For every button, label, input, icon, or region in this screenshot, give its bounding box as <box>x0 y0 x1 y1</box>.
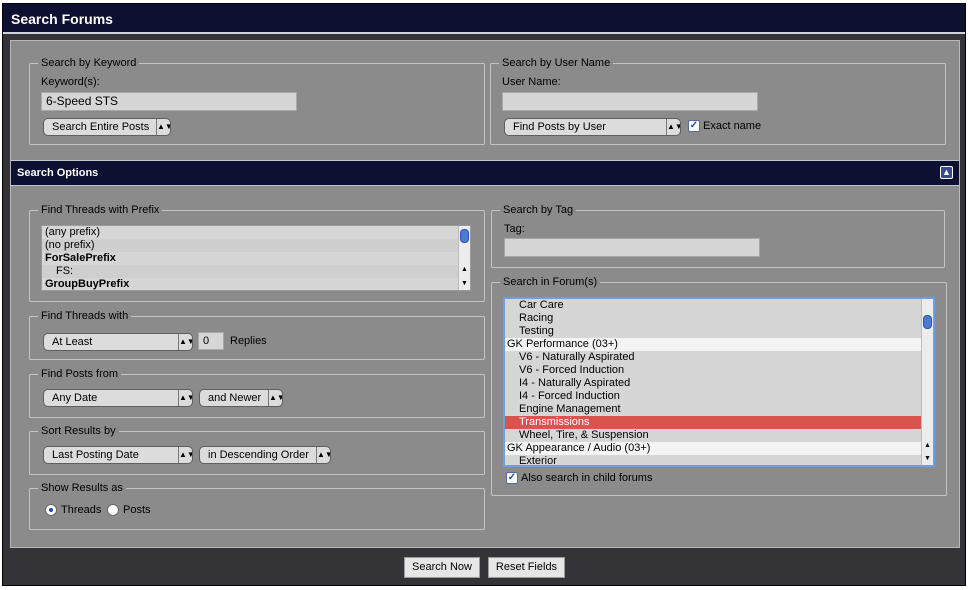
forum-option[interactable]: V6 - Naturally Aspirated <box>505 351 933 364</box>
prefix-option[interactable]: ForSalePrefix <box>42 252 470 265</box>
forums-fieldset: Search in Forum(s) Car Care Racing Testing… <box>491 276 947 496</box>
forums-scrollbar[interactable]: ▲ ▼ <box>921 299 933 465</box>
forum-option[interactable]: GK Performance (03+) <box>505 338 933 351</box>
sort-fieldset: Sort Results by Last Posting Date ▲▼ in … <box>29 425 485 475</box>
child-forums-checkbox[interactable]: ✓ <box>506 472 518 484</box>
search-forums-window: Search Forums Search by Keyword Keyword(… <box>2 3 966 586</box>
reset-fields-button[interactable]: Reset Fields <box>488 557 565 578</box>
scroll-up-icon[interactable]: ▲ <box>922 440 933 451</box>
keyword-input[interactable]: 6-Speed STS <box>41 92 297 111</box>
username-mode-select[interactable]: Find Posts by User ▲▼ <box>504 118 681 136</box>
prefix-fieldset: Find Threads with Prefix (any prefix) (no… <box>29 204 485 302</box>
search-options-bar[interactable]: Search Options ▲ <box>11 160 959 186</box>
forum-option[interactable]: Wheel, Tire, & Suspension <box>505 429 933 442</box>
date-relation-select[interactable]: and Newer ▲▼ <box>199 389 283 407</box>
posts-radio[interactable] <box>107 504 119 516</box>
replies-comparison-value: At Least <box>52 336 93 348</box>
prefix-scroll-thumb[interactable] <box>460 229 469 243</box>
page-title: Search Forums <box>11 11 113 27</box>
sort-order-value: in Descending Order <box>208 449 309 461</box>
select-arrows-icon: ▲▼ <box>156 119 170 135</box>
scroll-down-icon[interactable]: ▼ <box>922 453 933 464</box>
prefix-option[interactable]: (no prefix) <box>42 239 470 252</box>
select-arrows-icon: ▲▼ <box>268 390 282 406</box>
sort-legend: Sort Results by <box>38 425 119 438</box>
forum-option[interactable]: GK Appearance / Audio (03+) <box>505 442 933 455</box>
select-arrows-icon: ▲▼ <box>316 447 330 463</box>
select-arrows-icon: ▲▼ <box>178 447 192 463</box>
keyword-label: Keyword(s): <box>41 76 100 88</box>
prefix-legend: Find Threads with Prefix <box>38 204 163 217</box>
username-legend: Search by User Name <box>499 57 614 70</box>
prefix-option[interactable]: (any prefix) <box>42 226 470 239</box>
forum-option[interactable]: V6 - Forced Induction <box>505 364 933 377</box>
scroll-up-icon[interactable]: ▲ <box>459 264 470 275</box>
footer-bar: Search Now Reset Fields <box>3 550 965 585</box>
prefix-listbox[interactable]: (any prefix) (no prefix) ForSalePrefix FS: G… <box>41 225 471 291</box>
exact-name-label: Exact name <box>703 120 762 132</box>
forum-option[interactable]: Exterior <box>505 455 933 465</box>
sort-order-select[interactable]: in Descending Order ▲▼ <box>199 446 331 464</box>
forum-option[interactable]: Transmissions <box>505 416 933 429</box>
keyword-legend: Search by Keyword <box>38 57 140 70</box>
exact-name-checkbox[interactable]: ✓ <box>688 120 700 132</box>
keyword-fieldset: Search by Keyword Keyword(s): 6-Speed ST… <box>29 57 485 145</box>
forum-option[interactable]: I4 - Forced Induction <box>505 390 933 403</box>
prefix-option[interactable]: GroupBuyPrefix <box>42 278 470 290</box>
forum-option[interactable]: I4 - Naturally Aspirated <box>505 377 933 390</box>
select-arrows-icon: ▲▼ <box>666 119 680 135</box>
scroll-down-icon[interactable]: ▼ <box>459 278 470 289</box>
posts-from-legend: Find Posts from <box>38 368 122 381</box>
show-results-legend: Show Results as <box>38 482 126 495</box>
date-relation-value: and Newer <box>208 392 262 404</box>
forum-option[interactable]: Testing <box>505 325 933 338</box>
select-arrows-icon: ▲▼ <box>178 390 192 406</box>
forum-option[interactable]: Engine Management <box>505 403 933 416</box>
replies-label: Replies <box>230 335 267 347</box>
show-results-fieldset: Show Results as Threads Posts <box>29 482 485 530</box>
forums-scroll-thumb[interactable] <box>923 315 932 329</box>
tag-fieldset: Search by Tag Tag: <box>491 204 945 268</box>
forums-legend: Search in Forum(s) <box>500 276 601 289</box>
threads-with-legend: Find Threads with <box>38 310 132 323</box>
posts-radio-label: Posts <box>123 504 151 516</box>
collapse-icon[interactable]: ▲ <box>940 166 953 179</box>
username-fieldset: Search by User Name User Name: Find Post… <box>490 57 946 145</box>
search-panel: Search by Keyword Keyword(s): 6-Speed ST… <box>10 40 960 548</box>
search-options-title: Search Options <box>17 167 99 179</box>
sort-field-value: Last Posting Date <box>52 449 139 461</box>
username-mode-value: Find Posts by User <box>513 121 606 133</box>
forum-option[interactable]: Racing <box>505 312 933 325</box>
posts-from-fieldset: Find Posts from Any Date ▲▼ and Newer ▲▼ <box>29 368 485 418</box>
prefix-option[interactable]: FS: <box>42 265 470 278</box>
select-arrows-icon: ▲▼ <box>178 334 192 350</box>
search-now-button[interactable]: Search Now <box>404 557 480 578</box>
child-forums-label: Also search in child forums <box>521 472 653 484</box>
forum-option[interactable]: Car Care <box>505 299 933 312</box>
keyword-scope-value: Search Entire Posts <box>52 121 150 133</box>
tag-label: Tag: <box>504 223 525 235</box>
keyword-scope-select[interactable]: Search Entire Posts ▲▼ <box>43 118 171 136</box>
replies-count-input[interactable]: 0 <box>198 332 224 350</box>
sort-field-select[interactable]: Last Posting Date ▲▼ <box>43 446 193 464</box>
post-date-select[interactable]: Any Date ▲▼ <box>43 389 193 407</box>
username-input[interactable] <box>502 92 758 111</box>
page-header: Search Forums <box>3 4 965 34</box>
replies-comparison-select[interactable]: At Least ▲▼ <box>43 333 193 351</box>
tag-legend: Search by Tag <box>500 204 577 217</box>
post-date-value: Any Date <box>52 392 98 404</box>
tag-input[interactable] <box>504 238 760 257</box>
threads-radio-label: Threads <box>61 504 102 516</box>
threads-with-fieldset: Find Threads with At Least ▲▼ 0 Replies <box>29 310 485 360</box>
threads-radio[interactable] <box>45 504 57 516</box>
prefix-scrollbar[interactable]: ▲ ▼ <box>458 226 470 290</box>
username-label: User Name: <box>502 76 561 88</box>
forums-listbox[interactable]: Car Care Racing Testing GK Performance (03+… <box>503 297 935 467</box>
